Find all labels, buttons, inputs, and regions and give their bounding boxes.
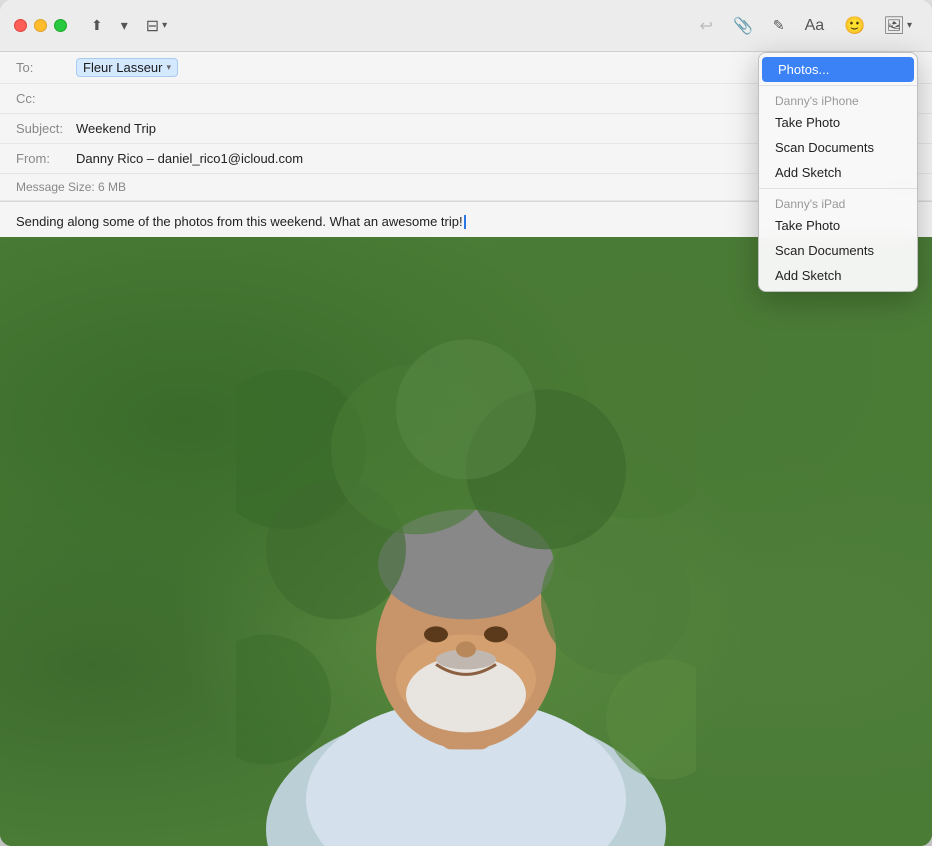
list-icon: ⊟ xyxy=(146,16,159,36)
message-size-value: 6 MB xyxy=(98,180,126,194)
insert-photo-button[interactable]: 🖼 ▾ xyxy=(877,12,918,40)
traffic-lights xyxy=(14,19,67,32)
minimize-button[interactable] xyxy=(34,19,47,32)
mail-window: ⬆ ▾ ⊟ ▾ ↩ 📎 ✎ Aa 🙂 xyxy=(0,0,932,846)
send-dropdown-button[interactable]: ▾ xyxy=(115,13,134,38)
recipient-name: Fleur Lasseur xyxy=(83,60,162,75)
recipient-chevron-icon: ▾ xyxy=(166,62,171,73)
ipad-scan-documents-item[interactable]: Scan Documents xyxy=(759,238,917,263)
send-icon: ⬆ xyxy=(91,17,103,34)
message-body[interactable]: Sending along some of the photos from th… xyxy=(0,202,932,846)
recipient-chip[interactable]: Fleur Lasseur ▾ xyxy=(76,58,178,77)
dannys-ipad-header: Danny's iPad xyxy=(759,192,917,213)
reply-button[interactable]: ↩ xyxy=(692,11,721,41)
subject-label: Subject: xyxy=(16,121,76,136)
person-silhouette xyxy=(236,268,696,846)
text-cursor xyxy=(464,215,466,229)
font-button[interactable]: Aa xyxy=(797,12,833,40)
dannys-iphone-header: Danny's iPhone xyxy=(759,89,917,110)
iphone-scan-documents-item[interactable]: Scan Documents xyxy=(759,135,917,160)
ipad-take-photo-item[interactable]: Take Photo xyxy=(759,213,917,238)
menu-divider-1 xyxy=(759,85,917,86)
toolbar-left: ⬆ ▾ ⊟ ▾ xyxy=(85,12,173,40)
attach-button[interactable]: 📎 xyxy=(725,11,761,41)
cc-label: Cc: xyxy=(16,91,76,106)
photo-dropdown-arrow-icon: ▾ xyxy=(907,20,912,31)
list-chevron-icon: ▾ xyxy=(162,20,167,31)
titlebar: ⬆ ▾ ⊟ ▾ ↩ 📎 ✎ Aa 🙂 xyxy=(0,0,932,52)
maximize-button[interactable] xyxy=(54,19,67,32)
insert-photo-dropdown: Photos... Danny's iPhone Take Photo Scan… xyxy=(758,52,918,292)
iphone-add-sketch-item[interactable]: Add Sketch xyxy=(759,160,917,185)
from-label: From: xyxy=(16,151,76,166)
emoji-icon: 🙂 xyxy=(844,16,865,36)
photo-icon: 🖼 xyxy=(883,16,905,36)
font-icon: Aa xyxy=(805,17,825,35)
photo-attachment xyxy=(0,237,932,846)
paperclip-icon: 📎 xyxy=(733,16,753,36)
foliage-background xyxy=(0,237,932,846)
pencil-icon: ✎ xyxy=(773,17,785,34)
chevron-down-icon: ▾ xyxy=(121,17,128,34)
emoji-button[interactable]: 🙂 xyxy=(836,11,873,41)
to-label: To: xyxy=(16,60,76,75)
message-content: Sending along some of the photos from th… xyxy=(16,214,463,229)
list-toggle-button[interactable]: ⊟ ▾ xyxy=(140,12,173,40)
close-button[interactable] xyxy=(14,19,27,32)
ipad-add-sketch-item[interactable]: Add Sketch xyxy=(759,263,917,288)
subject-value[interactable]: Weekend Trip xyxy=(76,121,156,136)
photos-menu-item[interactable]: Photos... xyxy=(762,57,914,82)
send-button[interactable]: ⬆ xyxy=(85,13,109,38)
iphone-take-photo-item[interactable]: Take Photo xyxy=(759,110,917,135)
reply-icon: ↩ xyxy=(700,16,713,36)
edit-button[interactable]: ✎ xyxy=(765,12,793,39)
message-size-label: Message Size: xyxy=(16,180,95,194)
toolbar-right: ↩ 📎 ✎ Aa 🙂 🖼 ▾ xyxy=(692,11,918,41)
from-value: Danny Rico – daniel_rico1@icloud.com xyxy=(76,151,303,166)
menu-divider-2 xyxy=(759,188,917,189)
